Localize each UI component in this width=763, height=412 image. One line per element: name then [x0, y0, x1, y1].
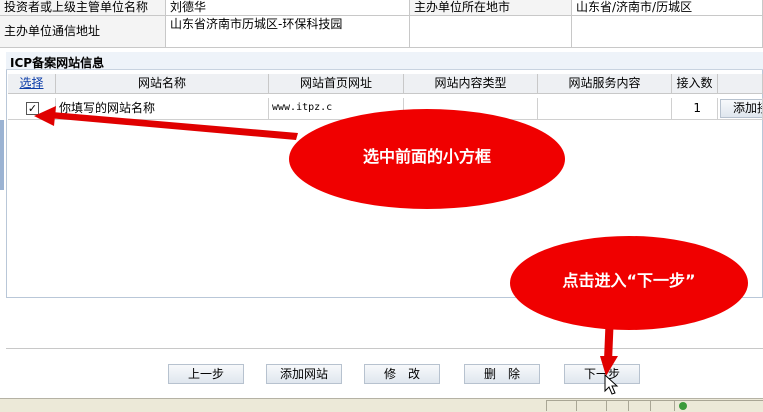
arrow-to-checkbox [48, 112, 298, 140]
select-hint-callout: 选中前面的小方框 [289, 109, 565, 209]
arrow-head-next-icon [600, 356, 618, 376]
arrow-head-checkbox-icon [34, 106, 56, 126]
next-hint-callout: 点击进入“下一步” [510, 236, 748, 330]
mouse-cursor-icon [604, 374, 619, 395]
